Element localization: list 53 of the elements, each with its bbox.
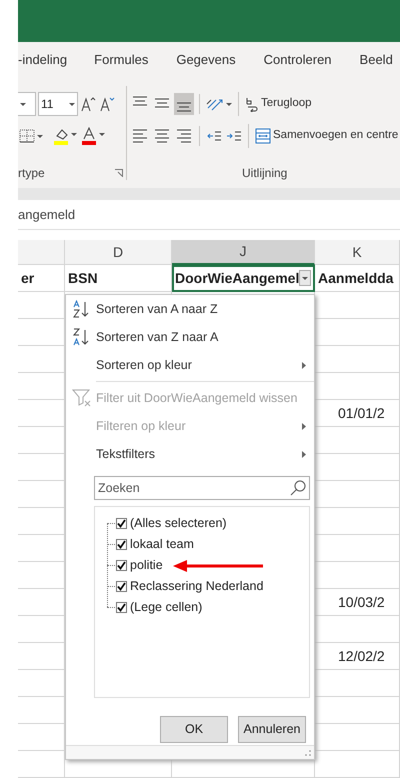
column-header[interactable]: J bbox=[172, 240, 315, 265]
checkbox-label: (Alles selecteren) bbox=[130, 515, 227, 532]
submenu-arrow-icon bbox=[302, 450, 306, 458]
checkbox-label: politie bbox=[130, 557, 163, 574]
menu-item[interactable]: Sorteren van Z naar A bbox=[66, 323, 314, 351]
group-label: rtype bbox=[18, 165, 45, 182]
font-size-dropdown[interactable]: 11 bbox=[38, 92, 78, 116]
caret-icon bbox=[20, 102, 26, 106]
checkbox-label: lokaal team bbox=[130, 536, 194, 554]
ribbon-tab[interactable]: Gegevens bbox=[176, 50, 236, 70]
header-text: DoorWieAangemel bbox=[175, 268, 300, 288]
filter-dropdown-button[interactable] bbox=[299, 270, 311, 286]
checkbox-label: (Lege cellen) bbox=[130, 599, 202, 616]
table-cell: BSN bbox=[65, 265, 172, 292]
increase-font-icon[interactable] bbox=[80, 95, 97, 113]
checkbox[interactable] bbox=[116, 602, 127, 613]
merge-icon bbox=[255, 128, 271, 144]
borders-icon[interactable] bbox=[18, 128, 44, 144]
align-bottom-icon[interactable] bbox=[174, 93, 194, 115]
column-header[interactable]: D bbox=[65, 240, 172, 265]
ribbon-tab[interactable]: Controleren bbox=[264, 50, 332, 70]
cancel-button[interactable]: Annuleren bbox=[238, 716, 306, 743]
ribbon-tab[interactable]: -indeling bbox=[18, 50, 68, 70]
group-label: Uitlijning bbox=[242, 165, 288, 182]
column-header[interactable]: K bbox=[315, 240, 400, 265]
search-icon bbox=[290, 480, 306, 496]
submenu-arrow-icon bbox=[302, 422, 306, 430]
search-field[interactable]: Zoeken bbox=[94, 476, 310, 500]
clear-filter-icon bbox=[72, 388, 92, 408]
ribbon-tab[interactable]: Formules bbox=[94, 50, 148, 70]
merge-center-button[interactable]: Samenvoegen en centre bbox=[254, 127, 400, 145]
menu-item[interactable]: Sorteren van A naar Z bbox=[66, 295, 314, 323]
wrap-text-icon bbox=[245, 96, 259, 112]
ok-button[interactable]: OK bbox=[160, 716, 228, 743]
caret-icon bbox=[69, 102, 75, 106]
table-cell: Aanmeldda bbox=[315, 265, 400, 292]
wrap-text-button[interactable]: Terugloop bbox=[244, 95, 313, 113]
formula-bar-text: angemeld bbox=[18, 206, 76, 224]
checkbox[interactable] bbox=[116, 539, 127, 550]
submenu-arrow-icon bbox=[302, 362, 306, 368]
dialog-launcher-icon[interactable] bbox=[115, 169, 123, 177]
checkbox-label: Reclassering Nederland bbox=[130, 578, 264, 596]
ribbon-tab[interactable]: Beeld bbox=[360, 50, 393, 70]
checkbox[interactable] bbox=[116, 581, 127, 592]
table-cell: er bbox=[18, 265, 65, 292]
menu-item[interactable]: Tekstfilters bbox=[66, 440, 314, 468]
font-color-icon[interactable] bbox=[80, 126, 106, 146]
checkbox[interactable] bbox=[116, 560, 127, 571]
checkbox[interactable] bbox=[116, 518, 127, 529]
caret-icon bbox=[302, 276, 308, 280]
resize-grip-icon bbox=[305, 750, 311, 756]
decrease-font-icon[interactable] bbox=[99, 95, 116, 113]
menu-item[interactable]: Sorteren op kleur bbox=[66, 351, 314, 379]
